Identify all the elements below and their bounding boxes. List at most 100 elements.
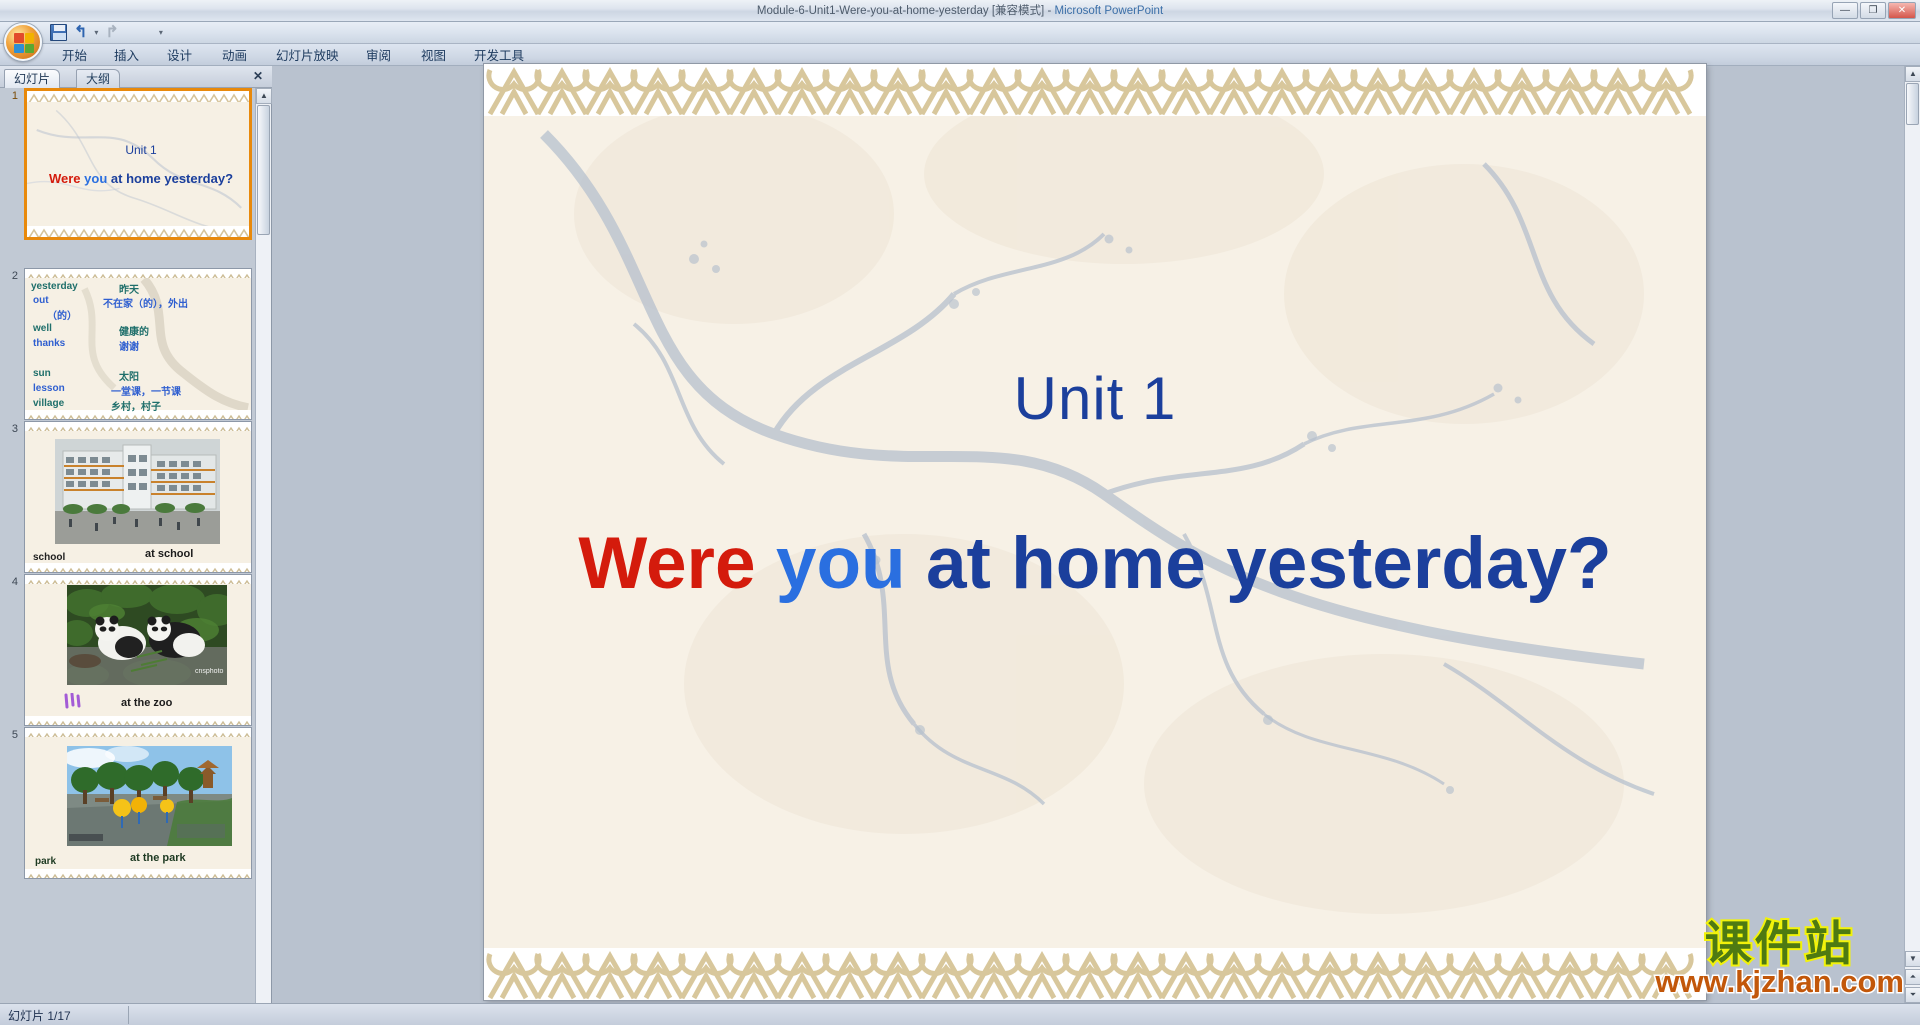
- slide-number-2: 2: [11, 270, 18, 282]
- slide-2-word-en-4: thanks: [33, 338, 66, 349]
- slide-2-word-cn-5: 太阳: [119, 372, 139, 383]
- watermark-brand-text: 课件站: [1703, 917, 1855, 972]
- watermark-url-text: www.kjzhan.com: [1654, 964, 1906, 999]
- close-button[interactable]: ✕: [1888, 2, 1916, 19]
- window-title-bar: Module-6-Unit1-Were-you-at-home-yesterda…: [0, 0, 1920, 22]
- slide-2-word-cn-3: 健康的: [119, 327, 149, 338]
- window-title-text: Module-6-Unit1-Were-you-at-home-yesterda…: [0, 2, 1920, 20]
- window-title-separator: -: [1044, 5, 1055, 17]
- tab-review[interactable]: 审阅: [356, 46, 401, 66]
- quick-access-toolbar-row: ↰ ▾ ↱ ▾: [0, 22, 1920, 61]
- slides-panel-scrollbar[interactable]: ▲: [255, 88, 272, 1003]
- redo-icon[interactable]: ↱: [105, 24, 118, 41]
- slide-3-top-border: [25, 422, 251, 431]
- slide-thumbnail-list: 1 Unit 1 Were you at home yesterday? 2 y…: [0, 88, 256, 1003]
- pen-strokes-icon: [63, 692, 83, 709]
- slides-scroll-up-icon[interactable]: ▲: [256, 88, 272, 104]
- slide-number-1: 1: [11, 90, 18, 102]
- slide-2-word-en-6: lesson: [33, 383, 65, 394]
- slide-2-word-en-2: out: [33, 295, 49, 306]
- slide-5-bottom-border: [25, 869, 251, 878]
- slide-3-preview: school at school: [24, 421, 252, 573]
- slide-2-word-en-3: well: [33, 323, 52, 334]
- slide-4-caption-right: at the zoo: [121, 697, 173, 709]
- tab-developer[interactable]: 开发工具: [464, 46, 534, 66]
- slide-1-bottom-border: [27, 226, 249, 237]
- slide-unit-title[interactable]: Unit 1: [484, 364, 1706, 433]
- slide-4-top-border: [25, 575, 251, 584]
- next-slide-icon[interactable]: ⏷: [1905, 987, 1920, 1003]
- slide-number-5: 5: [11, 729, 18, 741]
- slide-4-bottom-border: [25, 716, 251, 725]
- slide-2-word-cn-6: 一堂课，一节课: [111, 387, 181, 398]
- pandas-photo: cnsphoto: [67, 585, 227, 685]
- scroll-up-icon[interactable]: ▲: [1905, 66, 1920, 82]
- slide-top-border: [484, 64, 1706, 116]
- slide-1-top-border: [27, 91, 249, 102]
- slides-panel-tabs: 幻灯片 大纲 ✕: [0, 66, 272, 88]
- slide-1-word-rest: at home yesterday?: [110, 171, 234, 186]
- slide-2-word-cn-2b: （的）: [47, 311, 77, 322]
- tab-outline[interactable]: 大纲: [76, 69, 121, 88]
- undo-dropdown-icon[interactable]: ▾: [94, 28, 98, 37]
- slide-4-preview: cnsphoto at the zoo: [24, 574, 252, 726]
- slides-panel: 幻灯片 大纲 ✕ 1 Unit 1 Were you at home yeste…: [0, 66, 272, 1003]
- tab-design[interactable]: 设计: [157, 46, 202, 66]
- slide-bottom-border: [484, 948, 1706, 1000]
- slide-1-word-you: you: [84, 171, 108, 186]
- slide-5-preview: park at the park: [24, 727, 252, 879]
- svg-text:cnsphoto: cnsphoto: [195, 668, 224, 675]
- save-icon[interactable]: [50, 24, 67, 41]
- slide-main-question[interactable]: Were you at home yesterday?: [484, 522, 1706, 605]
- slide-2-word-cn-1: 昨天: [119, 285, 139, 296]
- slide-2-word-en-5: sun: [33, 368, 51, 379]
- school-building-photo: [55, 439, 220, 544]
- slide-1-question-text: Were you at home yesterday?: [27, 171, 249, 186]
- tab-slideshow[interactable]: 幻灯片放映: [266, 46, 349, 66]
- quick-access-toolbar: ↰ ▾ ↱ ▾: [50, 24, 163, 41]
- scroll-down-icon[interactable]: ▼: [1905, 951, 1920, 967]
- slide-1-word-were: Were: [48, 171, 81, 186]
- close-panel-icon[interactable]: ✕: [250, 69, 266, 85]
- tab-slides-thumbnails[interactable]: 幻灯片: [4, 69, 61, 88]
- slide-2-word-cn-4: 谢谢: [119, 342, 139, 353]
- question-word-rest: at home yesterday?: [925, 523, 1612, 604]
- customize-quick-access-icon[interactable]: ▾: [159, 28, 163, 37]
- slide-3-caption-left: school: [33, 552, 66, 563]
- window-controls: — ❐ ✕: [1832, 2, 1916, 19]
- slide-number-4: 4: [11, 576, 18, 588]
- office-orb-button[interactable]: [4, 23, 42, 61]
- slide-vertical-scrollbar[interactable]: ▲ ▼ ⏶ ⏷: [1904, 66, 1920, 1003]
- slide-5-caption-left: park: [35, 856, 57, 867]
- current-slide[interactable]: Unit 1 Were you at home yesterday?: [484, 64, 1706, 1000]
- minimize-button[interactable]: —: [1832, 2, 1858, 19]
- slide-5-caption-right: at the park: [130, 852, 186, 864]
- tab-insert[interactable]: 插入: [104, 46, 149, 66]
- slide-2-word-en-1: yesterday: [31, 281, 78, 292]
- status-bar: 幻灯片 1/17: [0, 1003, 1920, 1025]
- window-title-app: Microsoft PowerPoint: [1054, 5, 1164, 17]
- scroll-thumb[interactable]: [1906, 83, 1919, 125]
- slide-3-caption-right: at school: [145, 548, 194, 560]
- slide-2-top-border: [25, 269, 251, 278]
- site-watermark: 课件站 www.kjzhan.com: [1654, 917, 1906, 999]
- slide-3-bottom-border: [25, 563, 251, 572]
- question-word-were: Were: [578, 523, 756, 604]
- tab-home[interactable]: 开始: [52, 46, 97, 66]
- status-divider: [128, 1006, 129, 1024]
- slide-1-unit-text: Unit 1: [125, 143, 157, 157]
- maximize-button[interactable]: ❐: [1860, 2, 1886, 19]
- slide-work-area: Unit 1 Were you at home yesterday? 课件站 w…: [273, 64, 1920, 1003]
- ribbon-tab-strip: 开始 插入 设计 动画 幻灯片放映 审阅 视图 开发工具: [0, 44, 1920, 66]
- slides-scroll-thumb[interactable]: [257, 105, 270, 235]
- slide-2-word-cn-7: 乡村，村子: [111, 402, 161, 413]
- slide-1-preview: Unit 1 Were you at home yesterday?: [24, 88, 252, 240]
- previous-slide-icon[interactable]: ⏶: [1905, 969, 1920, 985]
- slide-2-preview: yesterday 昨天 out 不在家（的），外出 （的） well 健康的 …: [24, 268, 252, 420]
- undo-icon[interactable]: ↰: [74, 24, 87, 41]
- park-photo: [67, 746, 232, 846]
- tab-animation[interactable]: 动画: [212, 46, 257, 66]
- window-title-document: Module-6-Unit1-Were-you-at-home-yesterda…: [756, 5, 1045, 17]
- slide-2-word-en-7: village: [33, 398, 65, 409]
- tab-view[interactable]: 视图: [411, 46, 456, 66]
